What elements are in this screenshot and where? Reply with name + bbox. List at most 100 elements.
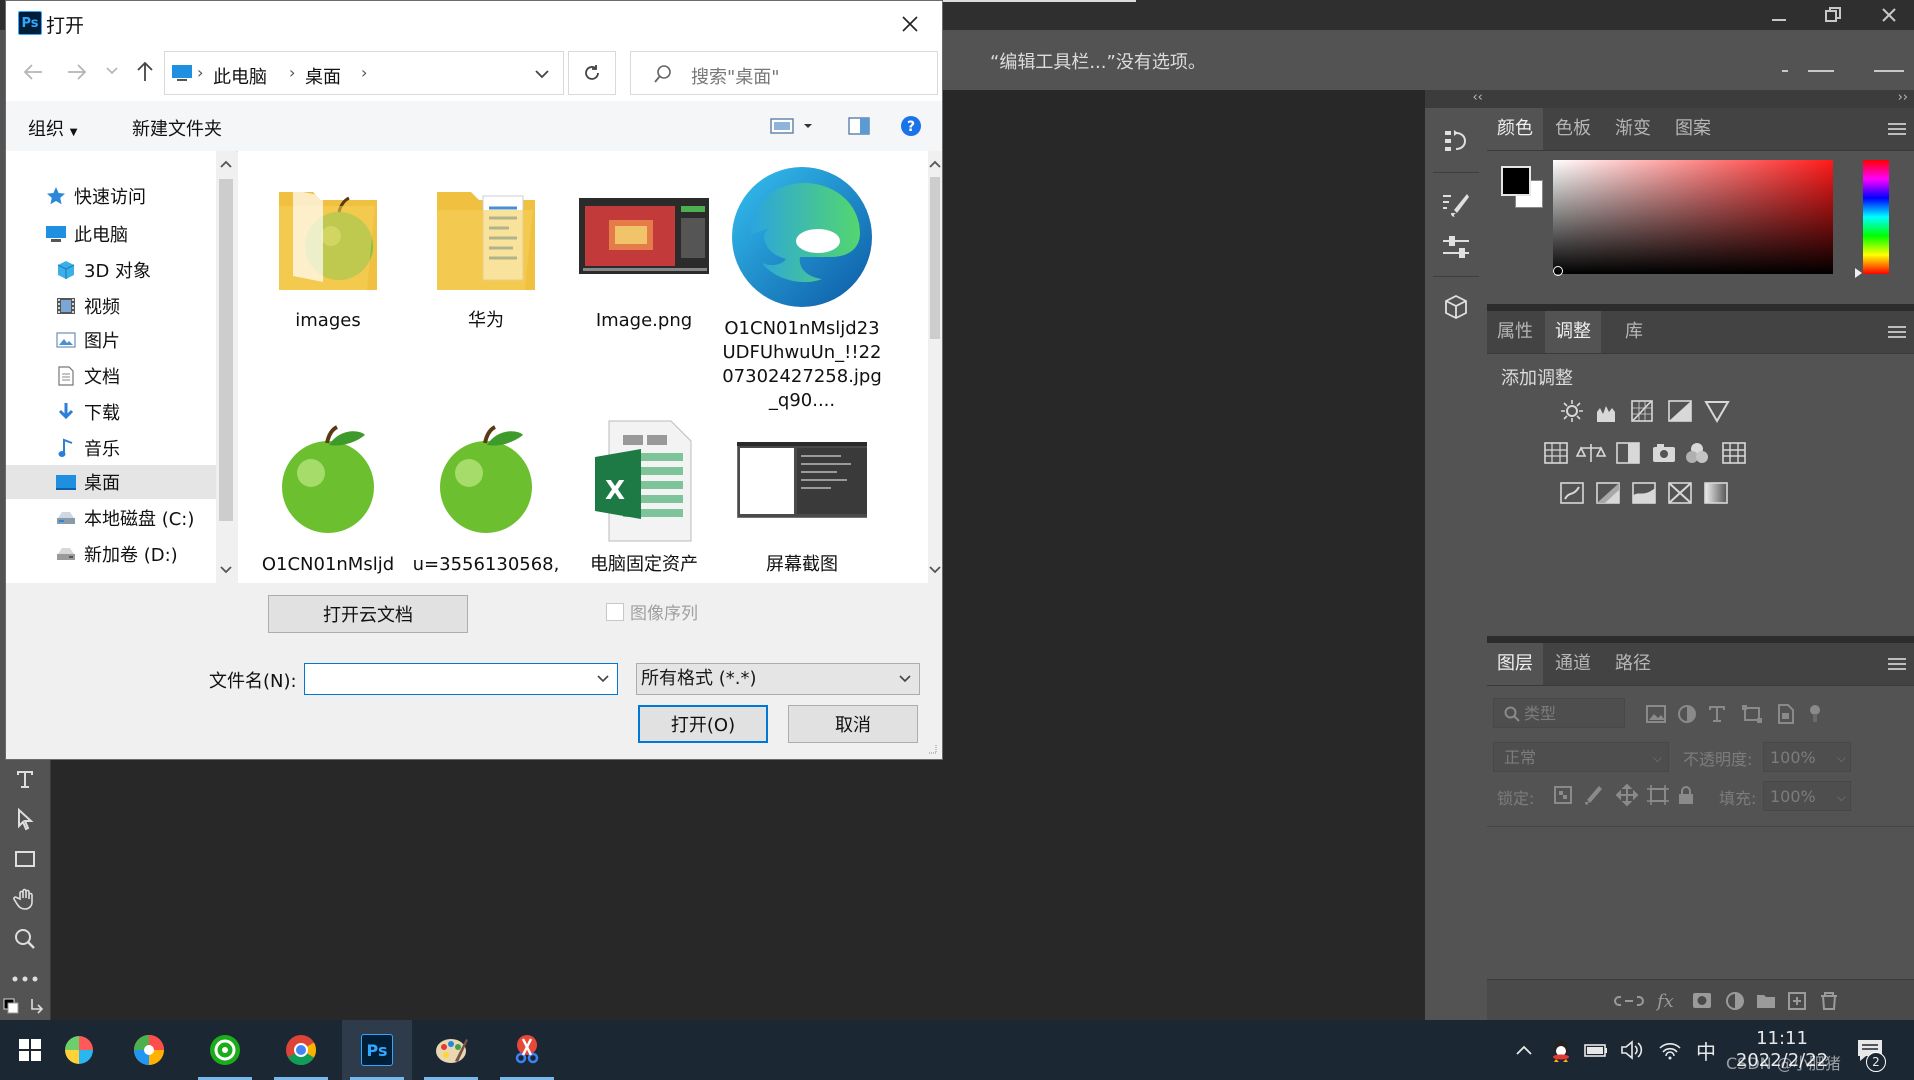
image-sequence-checkbox[interactable] <box>606 602 624 621</box>
history-panel-button[interactable] <box>1437 122 1475 160</box>
tab-adjustments[interactable]: 调整 <box>1545 311 1601 353</box>
gradient-map-icon[interactable] <box>1704 482 1728 504</box>
taskbar-app-camera[interactable] <box>114 1020 184 1080</box>
type-tool[interactable] <box>4 762 46 796</box>
trash-icon[interactable] <box>1821 992 1837 1010</box>
selective-color-icon[interactable] <box>1668 482 1692 504</box>
image-sequence-option[interactable]: 图像序列 <box>606 599 698 624</box>
zoom-tool[interactable] <box>4 922 46 956</box>
taskbar-app-pinwheel[interactable] <box>44 1020 114 1080</box>
nav-drive-c[interactable]: 本地磁盘 (C:) <box>6 501 216 535</box>
tab-gradients[interactable]: 渐变 <box>1605 108 1661 150</box>
filter-toggle-icon[interactable] <box>1810 705 1820 722</box>
new-adjustment-layer-icon[interactable] <box>1726 992 1744 1010</box>
layer-mask-icon[interactable] <box>1693 993 1711 1008</box>
forward-button[interactable] <box>66 61 88 83</box>
tray-network-adapter[interactable] <box>1582 1020 1610 1080</box>
file-item-screenshot[interactable]: 屏幕截图 <box>722 415 882 583</box>
color-swatches[interactable] <box>1501 166 1543 208</box>
refresh-button[interactable] <box>568 51 616 95</box>
file-item-edge-jpg[interactable]: O1CN01nMsljd23UDFUhwuUn_!!2207302427258.… <box>722 159 882 411</box>
dialog-title-bar[interactable]: Ps 打开 <box>6 1 942 45</box>
scrollbar-thumb[interactable] <box>930 177 940 339</box>
adjustments-panel-menu[interactable] <box>1888 323 1906 341</box>
nav-documents[interactable]: 文档 <box>6 359 216 393</box>
tab-libraries[interactable]: 库 <box>1615 311 1653 353</box>
restore-button[interactable] <box>1806 0 1860 30</box>
panels-collapse-bar[interactable]: ›› <box>1487 90 1914 108</box>
taskbar-app-green[interactable] <box>190 1020 260 1080</box>
nav-drive-d[interactable]: 新加卷 (D:) <box>6 537 216 571</box>
tab-color[interactable]: 颜色 <box>1487 108 1543 150</box>
tray-qq[interactable] <box>1548 1020 1574 1080</box>
edit-toolbar-button[interactable] <box>4 962 46 996</box>
close-app-button[interactable] <box>1862 0 1914 30</box>
file-item-huawei[interactable]: 华为 <box>406 171 566 361</box>
new-layer-icon[interactable] <box>1788 992 1806 1010</box>
filename-input[interactable] <box>304 663 618 695</box>
file-type-select[interactable]: 所有格式 (*.*) <box>636 663 920 695</box>
nav-pictures[interactable]: 图片 <box>6 323 216 357</box>
taskbar-app-paint[interactable] <box>416 1020 486 1080</box>
lock-all-icon[interactable] <box>1679 786 1693 804</box>
layer-filter-select[interactable]: 类型 <box>1493 698 1625 728</box>
tab-patterns[interactable]: 图案 <box>1665 108 1721 150</box>
lock-position-icon[interactable] <box>1615 783 1639 807</box>
scroll-down-icon[interactable] <box>929 565 941 575</box>
tab-layers[interactable]: 图层 <box>1487 643 1543 685</box>
up-button[interactable] <box>134 59 156 83</box>
levels-icon[interactable] <box>1597 406 1615 422</box>
tab-paths[interactable]: 路径 <box>1605 643 1661 685</box>
tray-wifi[interactable] <box>1656 1020 1684 1080</box>
ime-indicator[interactable]: 中 <box>1692 1020 1720 1080</box>
navigation-scrollbar[interactable] <box>216 151 236 583</box>
action-center-button[interactable]: 2 <box>1848 1020 1892 1080</box>
taskbar-app-chrome[interactable] <box>266 1020 336 1080</box>
cancel-button[interactable]: 取消 <box>788 705 918 743</box>
posterize-icon[interactable] <box>1596 482 1620 504</box>
chevron-down-icon[interactable]: ⌵ <box>1837 782 1846 812</box>
black-white-icon[interactable] <box>1616 442 1640 464</box>
open-cloud-document-button[interactable]: 打开云文档 <box>268 595 468 633</box>
nav-music[interactable]: 音乐 <box>6 431 216 465</box>
exposure-icon[interactable] <box>1668 400 1692 422</box>
tab-properties[interactable]: 属性 <box>1487 311 1543 353</box>
scrollbar-thumb[interactable] <box>219 179 233 521</box>
type-filter-icon[interactable] <box>1709 706 1725 722</box>
file-item-excel[interactable]: X 电脑固定资产 <box>564 415 724 583</box>
opacity-field[interactable]: 100% ⌵ <box>1763 742 1851 772</box>
breadcrumb-this-pc[interactable]: 此电脑 <box>213 63 267 89</box>
default-colors-button[interactable] <box>0 992 48 1020</box>
show-hidden-icons-button[interactable] <box>1512 1020 1536 1080</box>
lock-pixels-icon[interactable] <box>1585 786 1602 805</box>
resize-grip[interactable] <box>926 743 938 755</box>
lock-artboard-icon[interactable] <box>1647 785 1669 805</box>
adjustment-filter-icon[interactable] <box>1678 705 1696 723</box>
tray-volume[interactable] <box>1618 1020 1646 1080</box>
hue-saturation-icon[interactable] <box>1544 442 1568 464</box>
file-item-apple-1[interactable]: O1CN01nMsljd <box>248 415 408 583</box>
nav-desktop[interactable]: 桌面 <box>6 465 216 499</box>
chevron-down-icon[interactable]: ⌵ <box>1837 743 1846 773</box>
file-item-image-png[interactable]: Image.png <box>564 171 724 361</box>
address-bar[interactable]: › 此电脑 › 桌面 › <box>164 51 564 95</box>
photo-filter-icon[interactable] <box>1653 444 1675 462</box>
minimize-button[interactable] <box>1752 0 1806 30</box>
breadcrumb-separator[interactable]: › <box>361 63 367 82</box>
curves-icon[interactable] <box>1631 400 1653 422</box>
open-button[interactable]: 打开(O) <box>638 705 768 743</box>
view-options-button[interactable] <box>770 117 818 135</box>
help-button[interactable]: ? <box>900 115 922 137</box>
fx-icon[interactable]: fx <box>1655 991 1674 1012</box>
new-group-icon[interactable] <box>1757 995 1775 1008</box>
scroll-up-icon[interactable] <box>220 159 232 169</box>
layers-list[interactable] <box>1487 827 1914 979</box>
dialog-close-button[interactable] <box>890 9 930 39</box>
organize-button[interactable]: 组织 ▼ <box>28 115 77 141</box>
tab-swatches[interactable]: 色板 <box>1545 108 1601 150</box>
nav-quick-access[interactable]: 快速访问 <box>6 179 216 213</box>
nav-downloads[interactable]: 下载 <box>6 395 216 429</box>
color-panel-menu[interactable] <box>1888 120 1906 138</box>
shape-filter-icon[interactable] <box>1742 705 1762 723</box>
scroll-down-icon[interactable] <box>220 565 232 575</box>
